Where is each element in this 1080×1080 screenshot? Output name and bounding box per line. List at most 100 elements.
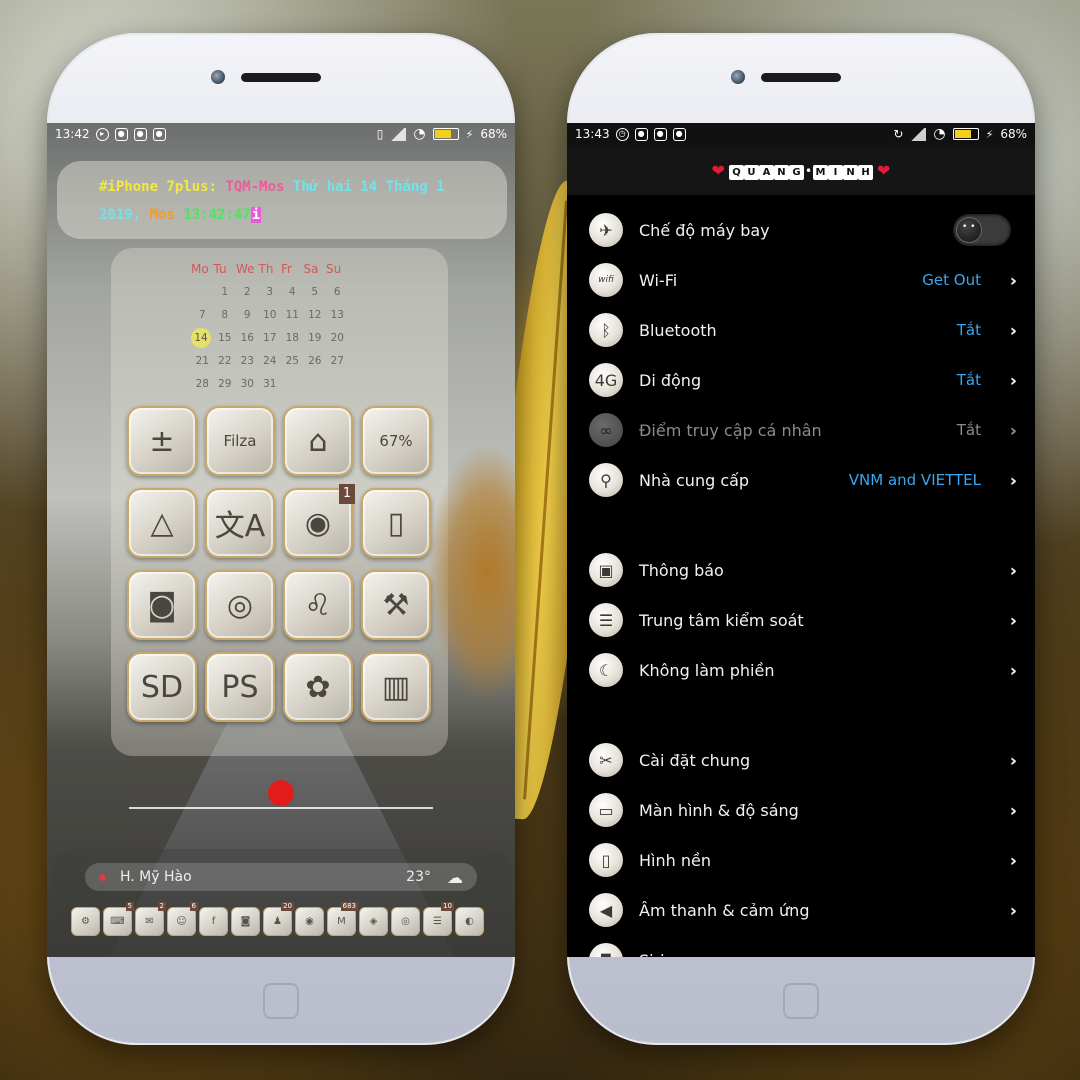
dock-badge: 20 bbox=[281, 902, 294, 911]
calendar-day: 8 bbox=[221, 308, 229, 321]
calculator-icon[interactable]: ± bbox=[127, 406, 197, 476]
calendar-day: 25 bbox=[285, 354, 299, 367]
terminal-prompt: #iPhone 7plus: bbox=[99, 179, 218, 195]
calendar-day: 24 bbox=[263, 354, 277, 367]
settings-row-carrier[interactable]: ⚲ Nhà cung cấp VNM and VIETTEL ›› bbox=[567, 455, 1035, 505]
settings-label: Bluetooth bbox=[639, 320, 717, 340]
settings-row-siri[interactable]: ◘ Siri ›› bbox=[567, 935, 1035, 957]
robot-dock-icon[interactable]: ◉ bbox=[295, 907, 324, 936]
app-glyph: ◉ bbox=[304, 505, 332, 541]
airplane-toggle[interactable] bbox=[953, 214, 1011, 246]
settings-label: Nhà cung cấp bbox=[639, 470, 750, 490]
joystick-icon[interactable]: ◎ bbox=[205, 570, 275, 640]
weather-widget[interactable]: H. Mỹ Hào 23° ☁ bbox=[85, 863, 477, 891]
phone-add-icon[interactable]: ▯ bbox=[361, 488, 431, 558]
filza-icon[interactable]: Filza bbox=[205, 406, 275, 476]
camera-lens-icon[interactable]: ◉ 1 bbox=[283, 484, 355, 558]
monitor-icon: ▭ bbox=[589, 793, 623, 827]
status-bar: 13:42 ▸ ● ● ● ▯ ◔ ⚡ 68% bbox=[47, 123, 515, 145]
settings-row-wifi[interactable]: wifi Wi-Fi Get Out ›› bbox=[567, 255, 1035, 305]
calendar-day: 29 bbox=[218, 377, 232, 390]
settings-row-display-brightness[interactable]: ▭ Màn hình & độ sáng ›› bbox=[567, 785, 1035, 835]
home-screen: 13:42 ▸ ● ● ● ▯ ◔ ⚡ 68% #iPhone 7plus: T… bbox=[47, 123, 515, 957]
dock: H. Mỹ Hào 23° ☁ ⚙ ⌨ 5 ✉ 2 ☺ 6 f ◙ ♟ 20 ◉ M 683 ◈ ◎ ☰ 10 ◐ bbox=[51, 849, 511, 957]
chevron-right-icon: ›› bbox=[1009, 420, 1018, 440]
lips-icon: ❤ bbox=[711, 160, 725, 180]
calendar-day: 18 bbox=[285, 331, 299, 344]
calendar-day: 28 bbox=[195, 377, 209, 390]
app-glyph: ± bbox=[149, 423, 175, 459]
calendar-week: 28 29 30 31 bbox=[191, 372, 351, 395]
drive-icon[interactable]: △ bbox=[127, 488, 197, 558]
battery-app-icon[interactable]: 67% bbox=[361, 406, 431, 476]
flower-icon[interactable]: ✿ bbox=[283, 652, 353, 722]
sd-card-icon[interactable]: SD bbox=[127, 652, 197, 722]
mail-dock-icon[interactable]: M 683 bbox=[327, 902, 358, 936]
chat-dock-icon[interactable]: ☺ 6 bbox=[167, 902, 198, 936]
settings-row-sounds-haptics[interactable]: ◀ Âm thanh & cảm ứng ›› bbox=[567, 885, 1035, 935]
music-dock-icon[interactable]: ◎ bbox=[391, 907, 420, 936]
chevron-right-icon: ›› bbox=[1009, 660, 1018, 680]
terminal-cursor: i bbox=[250, 207, 262, 223]
brand-header: ❤ Q U A N G • M I N H ❤ bbox=[567, 145, 1035, 195]
photo-camera-icon[interactable]: ◙ bbox=[127, 570, 197, 640]
left-phone: 13:42 ▸ ● ● ● ▯ ◔ ⚡ 68% #iPhone 7plus: T… bbox=[47, 33, 515, 1045]
settings-label: Siri bbox=[639, 951, 665, 958]
settings-dock-icon[interactable]: ⚙ bbox=[71, 907, 100, 936]
settings-row-personal-hotspot[interactable]: ∞ Điểm truy cập cá nhân Tắt ›› bbox=[567, 405, 1035, 455]
calendar-day: 30 bbox=[240, 377, 254, 390]
color-dock-icon[interactable]: ◐ bbox=[455, 907, 484, 936]
sliders-icon: ☰ bbox=[589, 603, 623, 637]
book-icon[interactable]: ▥ bbox=[361, 652, 431, 722]
wallpaper-icon: ▯ bbox=[589, 843, 623, 877]
playstation-icon[interactable]: PS bbox=[205, 652, 275, 722]
drill-icon[interactable]: ⚒ bbox=[361, 570, 431, 640]
brand-letter: H bbox=[858, 165, 874, 180]
keyboard-dock-icon[interactable]: ⌨ 5 bbox=[103, 902, 134, 936]
chevron-right-icon: ›› bbox=[1009, 610, 1018, 630]
calendar-day: 12 bbox=[308, 308, 322, 321]
settings-row-mobile-data[interactable]: 4G Di động Tắt ›› bbox=[567, 355, 1035, 405]
app-glyph: ♌ bbox=[304, 587, 332, 623]
dock-badge: 2 bbox=[157, 902, 166, 911]
settings-value: Tắt bbox=[956, 371, 981, 389]
home-button[interactable] bbox=[263, 983, 299, 1019]
settings-row-control-center[interactable]: ☰ Trung tâm kiểm soát ›› bbox=[567, 595, 1035, 645]
terminal-location: Mos bbox=[149, 207, 175, 223]
status-time: 13:43 bbox=[575, 127, 610, 141]
settings-row-notifications[interactable]: ▣ Thông báo ›› bbox=[567, 545, 1035, 595]
messages-dock-icon[interactable]: ✉ 2 bbox=[135, 902, 166, 936]
translate-icon[interactable]: 文A bbox=[205, 488, 275, 558]
settings-row-do-not-disturb[interactable]: ☾ Không làm phiền ›› bbox=[567, 645, 1035, 695]
battery-icon bbox=[952, 128, 979, 140]
settings-screen: 13:43 ◷ ● ● ● ↻ ◔ ⚡ 68% ❤ Q U A N G • M I N H ❤ ✈… bbox=[567, 123, 1035, 957]
camera-dock-icon[interactable]: ◙ bbox=[231, 907, 260, 936]
chevron-right-icon: ›› bbox=[1009, 800, 1018, 820]
calendar-day: 13 bbox=[330, 308, 344, 321]
calendar-day: 20 bbox=[330, 331, 344, 344]
calendar-week: 14 15 16 17 18 19 20 bbox=[191, 326, 351, 349]
dock-glyph: ⌨ bbox=[110, 916, 125, 927]
calendar-day: 1 bbox=[221, 285, 229, 298]
battery-icon bbox=[432, 128, 459, 140]
settings-row-airplane-mode[interactable]: ✈ Chế độ máy bay bbox=[567, 205, 1035, 255]
settings-row-wallpaper[interactable]: ▯ Hình nền ›› bbox=[567, 835, 1035, 885]
contacts-dock-icon[interactable]: ☰ 10 bbox=[423, 902, 454, 936]
box-dock-icon[interactable]: ◈ bbox=[359, 907, 388, 936]
dock-glyph: ⚙ bbox=[81, 916, 90, 927]
calendar-weekday: We bbox=[236, 262, 255, 276]
app-glyph: Filza bbox=[223, 432, 257, 450]
calendar-day: 4 bbox=[288, 285, 296, 298]
people-dock-icon[interactable]: ♟ 20 bbox=[263, 902, 294, 936]
hangover-icon[interactable]: ⌂ bbox=[283, 406, 353, 476]
settings-label: Màn hình & độ sáng bbox=[639, 800, 799, 820]
settings-row-bluetooth[interactable]: ᛒ Bluetooth Tắt ›› bbox=[567, 305, 1035, 355]
dock-badge: 6 bbox=[189, 902, 198, 911]
settings-row-general[interactable]: ✂ Cài đặt chung ›› bbox=[567, 735, 1035, 785]
settings-label: Âm thanh & cảm ứng bbox=[639, 900, 810, 920]
front-camera bbox=[731, 70, 745, 84]
lion-icon[interactable]: ♌ bbox=[283, 570, 353, 640]
facebook-dock-icon[interactable]: f bbox=[199, 907, 228, 936]
home-button[interactable] bbox=[783, 983, 819, 1019]
chevron-right-icon: ›› bbox=[1009, 850, 1018, 870]
